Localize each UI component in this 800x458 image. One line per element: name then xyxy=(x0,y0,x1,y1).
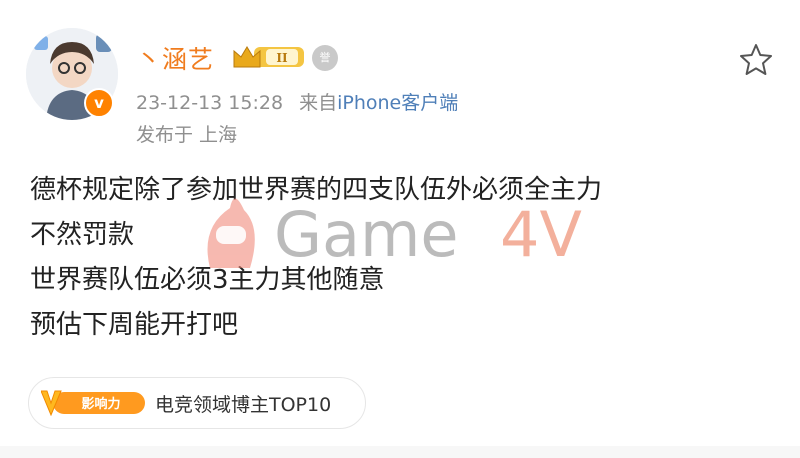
influence-tag-label: 电竞领域博主TOP10 xyxy=(155,394,332,416)
verified-icon: v xyxy=(84,88,114,118)
client-link[interactable]: iPhone客户端 xyxy=(337,92,458,114)
source-prefix: 来自 xyxy=(299,92,338,114)
post-line: 世界赛队伍必须3主力其他随意 xyxy=(30,265,385,295)
influence-badge-text: 影响力 xyxy=(81,396,120,412)
star-icon[interactable] xyxy=(738,42,774,78)
level-badge-text: II xyxy=(276,51,288,65)
post-meta: 23-12-13 15:28 来自iPhone客户端 xyxy=(136,88,458,115)
post-line: 不然罚款 xyxy=(30,220,135,250)
post-line: 预估下周能开打吧 xyxy=(30,310,239,340)
post-content: 德杯规定除了参加世界赛的四支队伍外必须全主力 不然罚款 世界赛队伍必须3主力其他… xyxy=(30,168,770,348)
crown-level-icon[interactable]: II xyxy=(232,43,306,71)
medal-icon[interactable]: 誉 xyxy=(312,45,338,71)
influence-v-icon: 影响力 xyxy=(41,390,145,416)
post-line: 德杯规定除了参加世界赛的四支队伍外必须全主力 xyxy=(30,175,603,205)
bottom-divider xyxy=(0,446,800,458)
username[interactable]: 丶涵艺 xyxy=(136,40,214,76)
influence-tag[interactable]: 影响力 电竞领域博主TOP10 xyxy=(28,377,366,429)
location: 发布于 上海 xyxy=(136,124,238,146)
timestamp: 23-12-13 15:28 xyxy=(136,92,284,114)
